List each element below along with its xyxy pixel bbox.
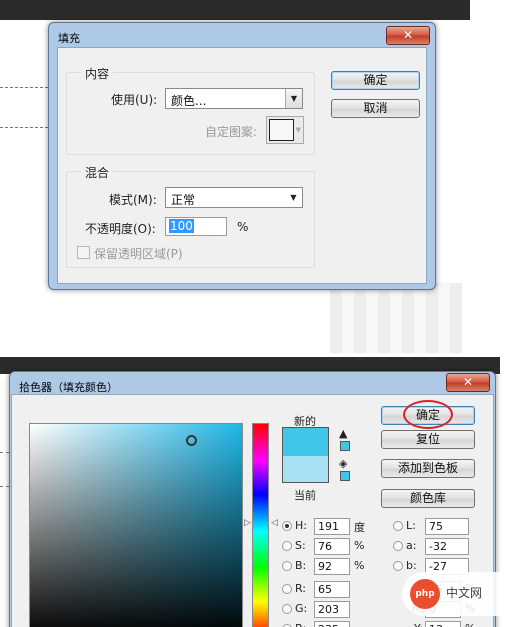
saturation-label: S: xyxy=(295,539,306,552)
php-logo: php xyxy=(410,579,440,609)
hue-label: H: xyxy=(295,519,307,532)
yellow-input[interactable]: 13 xyxy=(425,621,461,627)
site-watermark: php 中文网 xyxy=(402,572,526,616)
use-select[interactable]: 颜色... ▼ xyxy=(165,88,303,109)
web-safe-cube-icon[interactable]: ◈ xyxy=(339,457,347,470)
cancel-button[interactable]: 取消 xyxy=(331,99,420,118)
lab-l-input[interactable]: 75 xyxy=(425,518,469,535)
opacity-input[interactable]: 100 xyxy=(165,217,227,236)
opacity-input-value: 100 xyxy=(169,219,194,233)
lab-l-radio[interactable] xyxy=(393,521,403,531)
web-safe-color-swatch[interactable] xyxy=(340,471,350,481)
green-input[interactable]: 203 xyxy=(314,601,350,618)
green-radio[interactable] xyxy=(282,604,292,614)
pattern-preview xyxy=(269,119,294,141)
current-color-swatch[interactable] xyxy=(282,456,329,483)
fill-dialog-title: 填充 xyxy=(58,32,80,45)
fill-dialog: 填充 ✕ 内容 使用(U): 颜色... ▼ 自定图案: ▼ 混合 模式(M):… xyxy=(48,22,436,290)
hue-unit: 度 xyxy=(354,521,365,534)
gamut-warning-icon[interactable]: ▲ xyxy=(339,427,347,440)
guide-line xyxy=(0,486,9,487)
hue-slider[interactable] xyxy=(252,423,269,627)
guide-line xyxy=(0,452,9,453)
mode-select[interactable]: 正常 ▼ xyxy=(165,187,303,208)
hue-input[interactable]: 191 xyxy=(314,518,350,535)
yellow-unit: % xyxy=(465,622,475,627)
saturation-radio[interactable] xyxy=(282,541,292,551)
guide-line xyxy=(0,127,48,128)
lab-a-radio[interactable] xyxy=(393,541,403,551)
lab-b-label: b: xyxy=(406,559,417,572)
chevron-down-icon[interactable]: ▼ xyxy=(285,89,302,108)
red-label: R: xyxy=(295,582,307,595)
blue-label: B: xyxy=(295,622,306,627)
hue-radio[interactable] xyxy=(282,521,292,531)
new-color-swatch xyxy=(282,427,329,456)
lab-a-label: a: xyxy=(406,539,417,552)
preserve-transparency-checkbox[interactable] xyxy=(77,246,90,259)
custom-pattern-label: 自定图案: xyxy=(205,125,258,139)
add-to-swatches-button[interactable]: 添加到色板 xyxy=(381,459,475,478)
color-libraries-button[interactable]: 颜色库 xyxy=(381,489,475,508)
mode-select-value: 正常 xyxy=(171,193,196,207)
red-input[interactable]: 65 xyxy=(314,581,350,598)
reset-button[interactable]: 复位 xyxy=(381,430,475,449)
fill-dialog-close-button[interactable]: ✕ xyxy=(386,26,430,45)
opacity-label: 不透明度(O): xyxy=(85,222,156,236)
fill-dialog-client: 内容 使用(U): 颜色... ▼ 自定图案: ▼ 混合 模式(M): 正常 ▼… xyxy=(57,47,427,284)
use-label: 使用(U): xyxy=(111,93,158,107)
color-picker-close-button[interactable]: ✕ xyxy=(446,373,490,392)
brightness-label: B: xyxy=(295,559,307,572)
contents-group: 内容 使用(U): 颜色... ▼ 自定图案: ▼ xyxy=(66,65,315,155)
gamut-color-swatch[interactable] xyxy=(340,441,350,451)
lab-l-label: L: xyxy=(406,519,416,532)
watermark-text: 中文网 xyxy=(446,586,483,600)
custom-pattern-picker[interactable]: ▼ xyxy=(266,116,304,144)
color-field-cursor[interactable] xyxy=(186,435,197,446)
lab-a-input[interactable]: -32 xyxy=(425,538,469,555)
green-label: G: xyxy=(295,602,308,615)
use-select-value: 颜色... xyxy=(171,94,207,108)
lab-b-radio[interactable] xyxy=(393,561,403,571)
brightness-radio[interactable] xyxy=(282,561,292,571)
ok-button[interactable]: 确定 xyxy=(331,71,420,90)
chevron-down-icon: ▼ xyxy=(295,126,301,134)
blending-legend: 混合 xyxy=(81,164,114,181)
current-color-label: 当前 xyxy=(294,489,316,502)
chevron-down-icon[interactable]: ▼ xyxy=(285,188,302,207)
contents-legend: 内容 xyxy=(81,65,114,82)
highlight-circle xyxy=(403,400,453,429)
opacity-unit: % xyxy=(237,220,249,234)
preserve-transparency-label: 保留透明区域(P) xyxy=(94,247,183,261)
blending-group: 混合 模式(M): 正常 ▼ 不透明度(O): 100 % 保留透明区域(P) xyxy=(66,164,315,268)
blue-input[interactable]: 235 xyxy=(314,621,350,627)
mode-label: 模式(M): xyxy=(109,193,157,207)
background-toolbar-top xyxy=(0,0,470,20)
saturation-unit: % xyxy=(354,539,365,552)
red-radio[interactable] xyxy=(282,584,292,594)
hue-slider-right-arrow[interactable]: ◁ xyxy=(271,518,278,528)
guide-line xyxy=(0,87,48,88)
yellow-label: Y: xyxy=(414,622,423,627)
saturation-brightness-field[interactable] xyxy=(29,423,243,627)
brightness-unit: % xyxy=(354,559,365,572)
hue-slider-left-arrow[interactable]: ▷ xyxy=(244,518,251,528)
brightness-input[interactable]: 92 xyxy=(314,558,350,575)
blurred-area xyxy=(330,283,462,353)
saturation-input[interactable]: 76 xyxy=(314,538,350,555)
color-picker-title: 拾色器（填充颜色） xyxy=(19,381,118,394)
